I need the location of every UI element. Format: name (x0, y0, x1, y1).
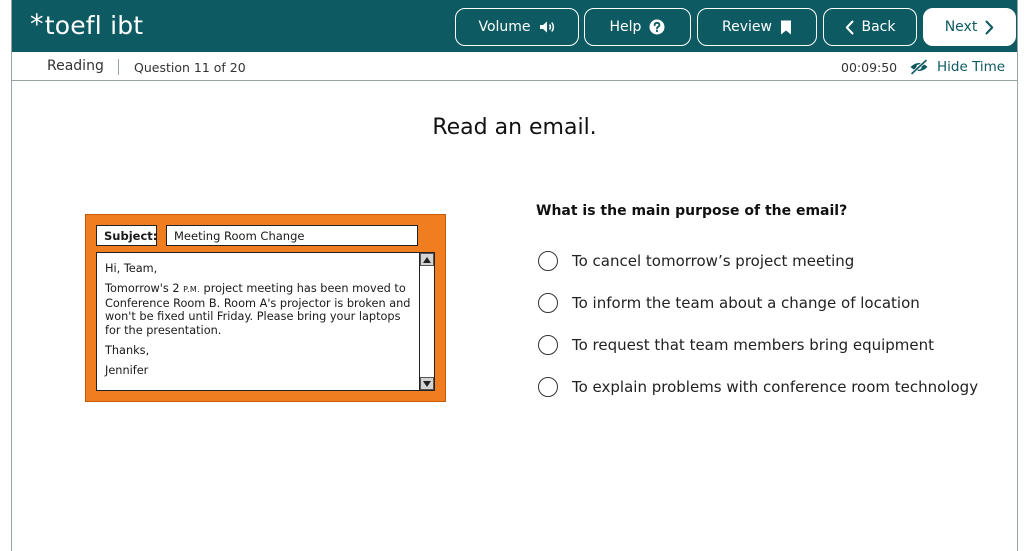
test-window: *toefl ibt Volume Help Review Back Next … (11, 0, 1018, 551)
answer-option-2[interactable]: To inform the team about a change of loc… (538, 282, 998, 324)
email-message-start: Tomorrow's 2 (105, 282, 180, 296)
answer-option-4[interactable]: To explain problems with conference room… (538, 366, 998, 408)
help-button-label: Help (609, 19, 642, 35)
task-title: Read an email. (432, 115, 597, 140)
top-toolbar: *toefl ibt Volume Help Review Back Next (12, 0, 1017, 52)
answer-option-1[interactable]: To cancel tomorrow’s project meeting (538, 240, 998, 282)
email-text: Hi, Team, Tomorrow's 2 P.M. project meet… (105, 262, 417, 385)
chevron-right-icon (985, 20, 994, 34)
hide-time-toggle[interactable]: Hide Time (909, 57, 1005, 77)
email-scrollbar[interactable] (419, 253, 434, 390)
review-button-label: Review (722, 19, 772, 35)
email-subject-value: Meeting Room Change (166, 225, 418, 246)
radio-button[interactable] (538, 293, 558, 313)
bookmark-icon (780, 20, 791, 34)
countdown-timer: 00:09:50 (841, 60, 898, 75)
back-button-label: Back (861, 19, 896, 35)
eye-slash-icon (910, 59, 928, 75)
chevron-left-icon (845, 20, 853, 34)
email-message: Tomorrow's 2 P.M. project meeting has be… (105, 282, 417, 337)
triangle-up-icon (423, 256, 431, 263)
email-subject-label: Subject: (96, 225, 157, 246)
answer-options: To cancel tomorrow’s project meeting To … (538, 240, 998, 408)
email-card: Subject: Meeting Room Change Hi, Team, T… (85, 214, 446, 402)
answer-option-label: To cancel tomorrow’s project meeting (572, 252, 855, 270)
answer-option-label: To explain problems with conference room… (572, 378, 979, 396)
help-button[interactable]: Help (584, 8, 691, 46)
answer-option-label: To inform the team about a change of loc… (572, 294, 920, 312)
triangle-down-icon (423, 380, 431, 387)
volume-button-label: Volume (478, 19, 531, 35)
question-progress: Question 11 of 20 (134, 60, 246, 75)
scroll-down-button[interactable] (420, 377, 434, 390)
next-button-label: Next (944, 19, 978, 35)
status-divider (118, 59, 119, 75)
next-button[interactable]: Next (923, 8, 1016, 46)
radio-button[interactable] (538, 335, 558, 355)
email-greeting: Hi, Team, (105, 262, 158, 275)
email-body[interactable]: Hi, Team, Tomorrow's 2 P.M. project meet… (96, 252, 435, 391)
review-button[interactable]: Review (697, 8, 817, 46)
scroll-up-button[interactable] (420, 253, 434, 266)
radio-button[interactable] (538, 377, 558, 397)
answer-option-3[interactable]: To request that team members bring equip… (538, 324, 998, 366)
volume-button[interactable]: Volume (455, 8, 579, 46)
speaker-icon (539, 21, 554, 33)
email-closing: Thanks, (105, 344, 150, 358)
question-prompt: What is the main purpose of the email? (536, 203, 848, 219)
question-circle-icon (649, 19, 665, 35)
email-signature: Jennifer (105, 364, 149, 378)
hide-time-label: Hide Time (937, 59, 1006, 75)
radio-button[interactable] (538, 251, 558, 271)
email-time-mark: P.M. (183, 285, 200, 295)
toefl-logo: *toefl ibt (30, 9, 144, 40)
status-bar: Reading Question 11 of 20 00:09:50 Hide … (12, 52, 1017, 81)
section-name: Reading (47, 58, 104, 74)
back-button[interactable]: Back (823, 8, 917, 46)
answer-option-label: To request that team members bring equip… (572, 336, 935, 354)
